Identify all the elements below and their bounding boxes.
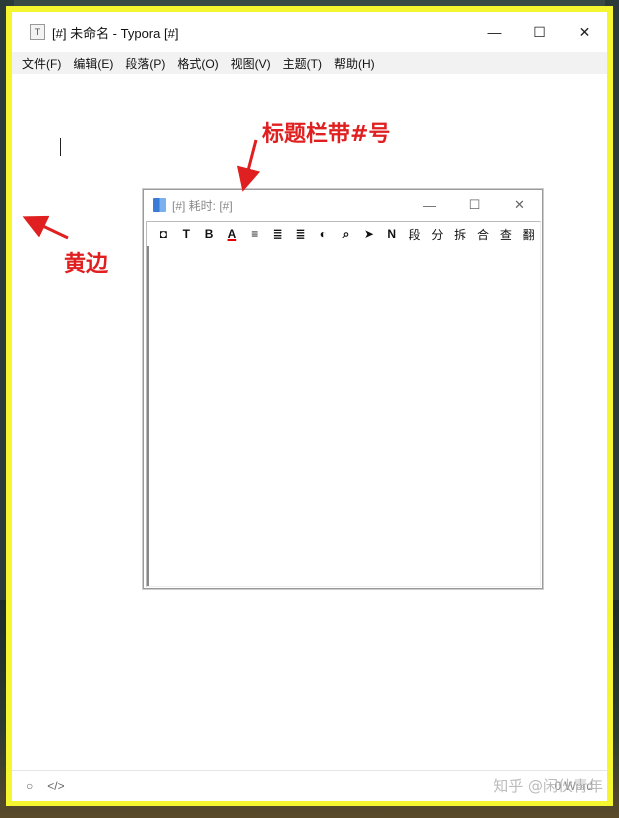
source-code-toggle-icon[interactable]: </> bbox=[47, 779, 64, 793]
break-button[interactable]: 拆 bbox=[449, 223, 472, 245]
merge-button[interactable]: 合 bbox=[472, 223, 495, 245]
dialog-client-area: ◘ T B A ≡ ≣ ≣ ◐ ⌕ ➤ N 段 分 拆 合 查 翻 bbox=[146, 221, 541, 587]
dialog-maximize-button[interactable]: ☐ bbox=[452, 190, 497, 220]
translate-button[interactable]: 翻 bbox=[517, 223, 540, 245]
window-title: [#] 未命名 - Typora [#] bbox=[52, 25, 179, 41]
menu-theme[interactable]: 主题(T) bbox=[283, 55, 322, 72]
paragraph-button[interactable]: 段 bbox=[403, 223, 426, 245]
menu-file[interactable]: 文件(F) bbox=[22, 55, 61, 72]
text-icon[interactable]: T bbox=[175, 223, 198, 245]
palette-icon[interactable]: ◐ bbox=[312, 223, 335, 245]
dialog-title-bar: [#] 耗时: [#] — ☐ ✕ bbox=[144, 190, 542, 220]
tool-dialog-window: [#] 耗时: [#] — ☐ ✕ ◘ T B A ≡ ≣ ≣ ◐ ⌕ ➤ N … bbox=[143, 189, 543, 589]
split-button[interactable]: 分 bbox=[426, 223, 449, 245]
title-bar: T [#] 未命名 - Typora [#] — ☐ ✕ bbox=[12, 12, 607, 52]
align-left-icon[interactable]: ≡ bbox=[243, 223, 266, 245]
bold-icon[interactable]: B bbox=[198, 223, 221, 245]
menu-edit[interactable]: 编辑(E) bbox=[73, 55, 113, 72]
dialog-book-icon bbox=[153, 198, 166, 212]
menu-help[interactable]: 帮助(H) bbox=[334, 55, 375, 72]
annotation-title-hash: 标题栏带#号 bbox=[262, 122, 391, 147]
menu-view[interactable]: 视图(V) bbox=[231, 55, 271, 72]
dialog-minimize-button[interactable]: — bbox=[407, 190, 452, 220]
minimize-button[interactable]: — bbox=[472, 12, 517, 52]
menu-format[interactable]: 格式(O) bbox=[177, 55, 218, 72]
send-icon[interactable]: ➤ bbox=[357, 223, 380, 245]
outline-toggle-icon[interactable]: ○ bbox=[26, 779, 33, 793]
dialog-title: [#] 耗时: [#] bbox=[172, 198, 233, 213]
maximize-button[interactable]: ☐ bbox=[517, 12, 562, 52]
n-icon[interactable]: N bbox=[380, 223, 403, 245]
lookup-button[interactable]: 查 bbox=[494, 223, 517, 245]
annotation-yellow-edge: 黄边 bbox=[64, 252, 109, 277]
menu-bar: 文件(F) 编辑(E) 段落(P) 格式(O) 视图(V) 主题(T) 帮助(H… bbox=[12, 52, 607, 74]
text-caret bbox=[60, 138, 61, 156]
zhihu-watermark: 知乎 @闲伙青年 bbox=[493, 777, 603, 795]
font-color-icon[interactable]: A bbox=[220, 223, 243, 245]
dialog-close-button[interactable]: ✕ bbox=[497, 190, 542, 220]
justify-icon[interactable]: ≣ bbox=[266, 223, 289, 245]
typora-app-icon: T bbox=[30, 24, 45, 40]
search-icon[interactable]: ⌕ bbox=[335, 223, 358, 245]
dialog-text-area[interactable] bbox=[147, 246, 540, 586]
dialog-toolbar: ◘ T B A ≡ ≣ ≣ ◐ ⌕ ➤ N 段 分 拆 合 查 翻 bbox=[147, 222, 540, 246]
close-button[interactable]: ✕ bbox=[562, 12, 607, 52]
align-right-icon[interactable]: ≣ bbox=[289, 223, 312, 245]
menu-paragraph[interactable]: 段落(P) bbox=[125, 55, 165, 72]
frame-icon[interactable]: ◘ bbox=[152, 223, 175, 245]
